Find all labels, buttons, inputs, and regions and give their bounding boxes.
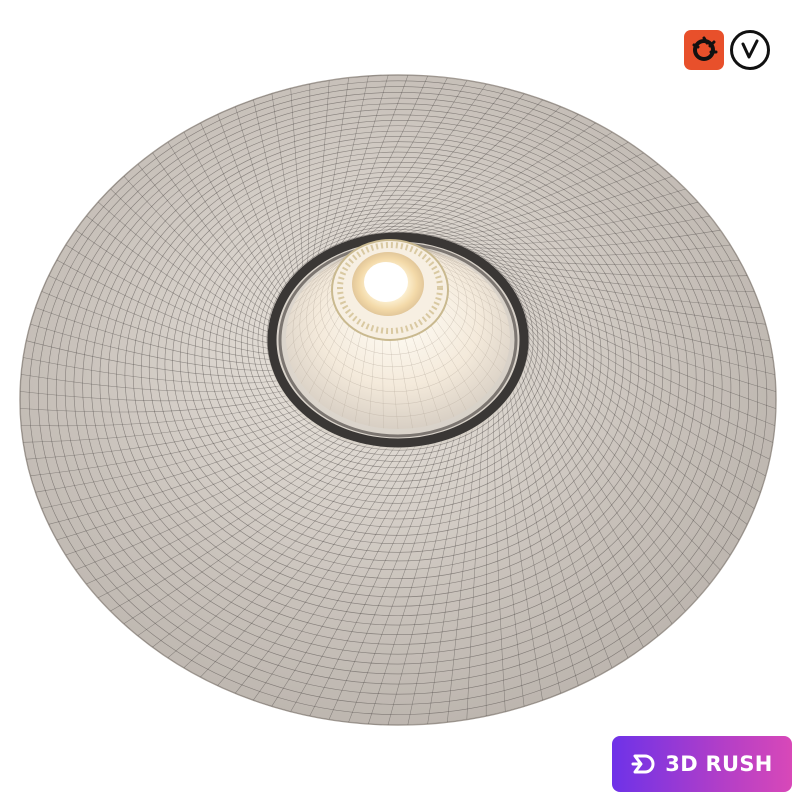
product-render: [19, 74, 777, 726]
3drush-logo-icon: [631, 754, 655, 774]
vray-icon: [730, 30, 770, 70]
brand-name: 3D RUSH: [665, 752, 773, 776]
corona-icon: [684, 30, 724, 70]
light-source: [331, 239, 449, 341]
brand-badge: 3D RUSH: [612, 736, 792, 792]
render-engine-badges: [684, 30, 770, 70]
